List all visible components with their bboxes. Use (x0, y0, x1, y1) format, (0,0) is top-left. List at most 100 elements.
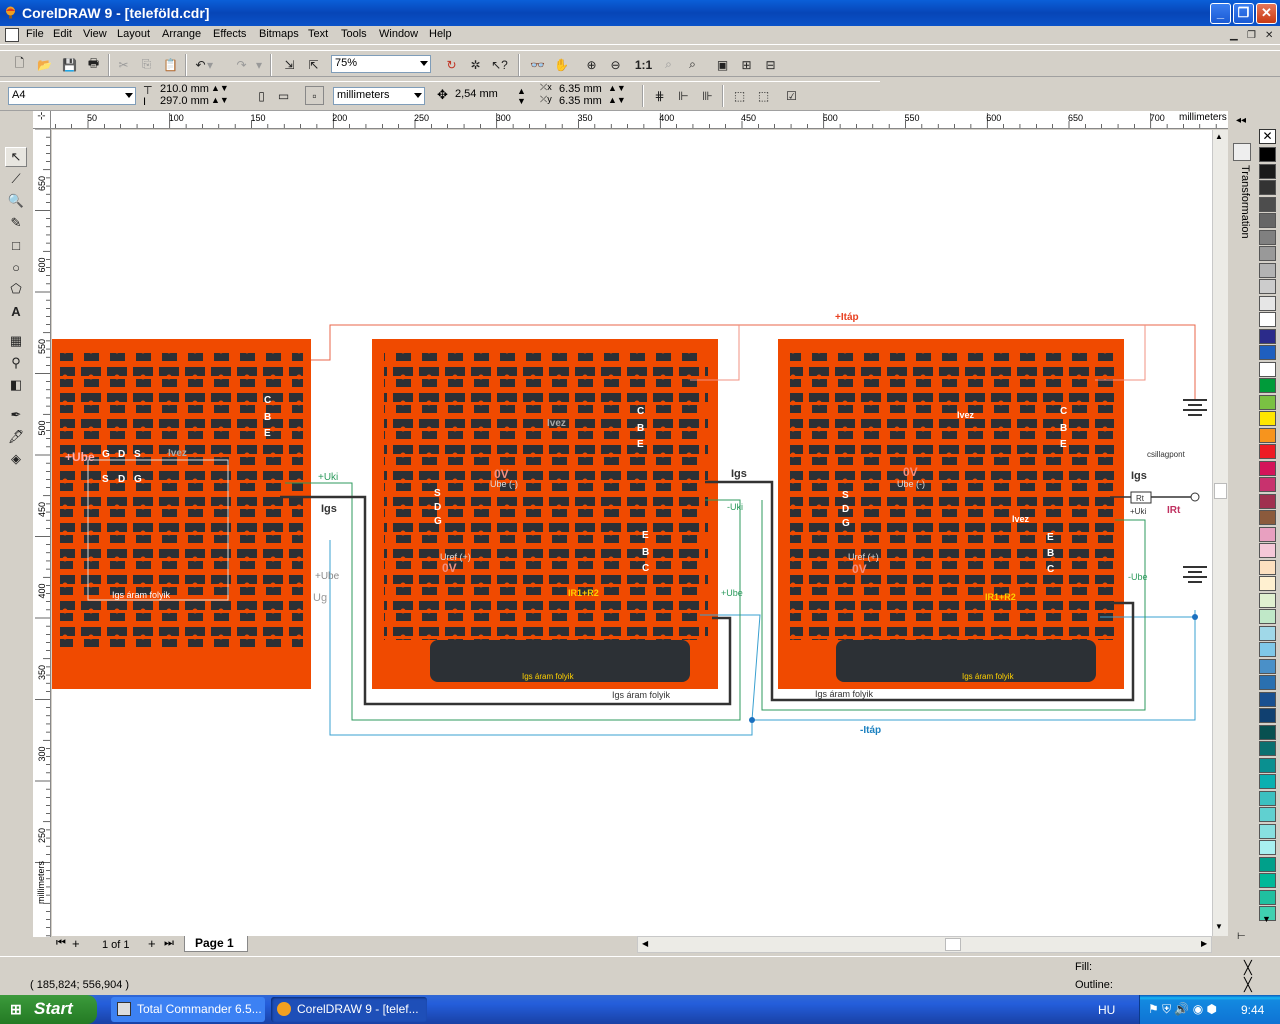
page-height-field[interactable]: 297.0 mm (160, 95, 209, 107)
vertical-scrollbar[interactable]: ▲ ▼ (1212, 130, 1228, 936)
color-swatch[interactable] (1259, 163, 1276, 179)
duplicate-x-field[interactable]: 6.35 mm (559, 83, 602, 95)
color-swatch[interactable] (1259, 427, 1276, 443)
color-swatch[interactable] (1259, 724, 1276, 740)
color-swatch[interactable] (1259, 180, 1276, 195)
menu-layout[interactable]: Layout (117, 28, 150, 40)
menu-effects[interactable]: Effects (213, 28, 246, 40)
task-total-commander[interactable]: Total Commander 6.5... (111, 997, 265, 1022)
pcb-board-1[interactable] (52, 339, 311, 689)
color-swatch[interactable] (1259, 625, 1276, 641)
spinner-icon[interactable]: ▲▼ (517, 86, 526, 106)
first-page-icon[interactable]: ⏮ (56, 937, 66, 950)
scroll-thumb[interactable] (1214, 483, 1227, 499)
color-swatch[interactable] (1259, 823, 1276, 839)
landscape-icon[interactable]: ▭ (274, 86, 293, 105)
pcb-board-3[interactable] (778, 339, 1124, 689)
options-icon[interactable]: ☑ (782, 86, 801, 105)
language-indicator[interactable]: HU (1098, 1003, 1115, 1017)
doc-restore-icon[interactable]: ❐ (1247, 30, 1256, 41)
minimize-button[interactable]: _ (1210, 3, 1231, 24)
print-icon[interactable]: 🖶 (84, 55, 103, 74)
color-swatch[interactable] (1259, 790, 1276, 806)
color-swatch[interactable] (1259, 411, 1276, 426)
color-swatch[interactable] (1259, 526, 1276, 542)
zoom-width-icon[interactable]: ⊞ (737, 55, 756, 74)
portrait-icon[interactable]: ▯ (252, 86, 271, 105)
color-swatch[interactable] (1259, 345, 1276, 360)
edit-across-layers-icon[interactable]: ⬚ (754, 86, 773, 105)
task-coreldraw[interactable]: CorelDRAW 9 - [telef... (271, 997, 427, 1022)
color-swatch[interactable] (1259, 328, 1276, 344)
new-icon[interactable]: 🗋 (10, 55, 29, 74)
color-swatch[interactable] (1259, 394, 1276, 410)
zoom-all-icon[interactable]: ⌕ (683, 55, 702, 74)
menu-edit[interactable]: Edit (53, 28, 72, 40)
spinner-icon[interactable]: ▲▼ (608, 95, 626, 105)
color-swatch[interactable] (1259, 889, 1276, 905)
menu-text[interactable]: Text (308, 28, 328, 40)
scroll-down-icon[interactable]: ▼ (1215, 922, 1223, 931)
redo-icon[interactable]: ↷ (232, 55, 251, 74)
paste-icon[interactable]: 📋 (161, 55, 180, 74)
fill-tool-icon[interactable]: ◈ (5, 449, 27, 469)
color-swatch[interactable] (1259, 477, 1276, 492)
pan-icon[interactable]: ✋ (552, 55, 571, 74)
view-manager-icon[interactable]: 👓 (528, 55, 547, 74)
interactive-fill-tool-icon[interactable]: ▦ (5, 331, 27, 351)
snap-objects-icon[interactable]: ⊪ (698, 86, 717, 105)
scroll-up-icon[interactable]: ▲ (1215, 132, 1223, 141)
color-swatch[interactable] (1259, 510, 1276, 525)
color-swatch[interactable] (1259, 840, 1276, 855)
page-width-field[interactable]: 210.0 mm (160, 83, 209, 95)
page-tab[interactable]: Page 1 (184, 936, 248, 952)
color-swatch[interactable] (1259, 592, 1276, 608)
no-color-swatch[interactable]: ✕ (1259, 129, 1276, 144)
cut-icon[interactable]: ✂ (114, 55, 133, 74)
zoom-page-icon[interactable]: ▣ (713, 55, 732, 74)
freehand-tool-icon[interactable]: ✎ (5, 213, 27, 233)
zoom-in-icon[interactable]: ⊕ (582, 55, 601, 74)
eyedropper-tool-icon[interactable]: ⚲ (5, 353, 27, 373)
color-swatch[interactable] (1259, 559, 1276, 575)
add-page-icon[interactable]: + (72, 936, 80, 951)
color-swatch[interactable] (1259, 757, 1276, 773)
transformation-icon[interactable] (1233, 143, 1251, 161)
units-combo[interactable]: millimeters (333, 87, 425, 105)
pen-tool-icon[interactable]: 🖋 (5, 427, 27, 447)
vertical-ruler[interactable]: 650 600 550 500 450 400 350 300 250 millimeters (33, 129, 51, 937)
text-tool-icon[interactable]: A (5, 301, 27, 321)
menu-tools[interactable]: Tools (341, 28, 367, 40)
color-swatch[interactable] (1259, 774, 1276, 789)
color-swatch[interactable] (1259, 361, 1276, 377)
color-swatch[interactable] (1259, 246, 1276, 261)
menu-file[interactable]: File (26, 28, 44, 40)
spinner-icon[interactable]: ▲▼ (211, 83, 229, 93)
ellipse-tool-icon[interactable]: ○ (5, 257, 27, 277)
tray-icons[interactable]: ⚑ ⛨ 🔊 ◉ ⬢ (1148, 1002, 1217, 1017)
maximize-button[interactable]: ❐ (1233, 3, 1254, 24)
close-button[interactable]: ✕ (1256, 3, 1277, 24)
menu-bitmaps[interactable]: Bitmaps (259, 28, 299, 40)
color-swatch[interactable] (1259, 295, 1276, 311)
menu-help[interactable]: Help (429, 28, 452, 40)
zoom-height-icon[interactable]: ⊟ (761, 55, 780, 74)
doc-close-icon[interactable]: ✕ (1265, 30, 1273, 41)
add-page-after-icon[interactable]: + (148, 936, 156, 951)
whats-this-icon[interactable]: ↖? (490, 55, 509, 74)
color-swatch[interactable] (1259, 444, 1276, 459)
snap-guidelines-icon[interactable]: ⊩ (674, 86, 693, 105)
palette-scroll-down-icon[interactable]: ▼ (1262, 914, 1271, 924)
zoom-out-icon[interactable]: ⊖ (606, 55, 625, 74)
color-swatch[interactable] (1259, 312, 1276, 327)
transparency-tool-icon[interactable]: ◧ (5, 375, 27, 395)
redo-list-icon[interactable]: ▾ (254, 55, 264, 74)
copy-icon[interactable]: ⎘ (137, 55, 156, 74)
open-icon[interactable]: 📂 (35, 55, 54, 74)
spinner-icon[interactable]: ▲▼ (211, 95, 229, 105)
color-swatch[interactable] (1259, 642, 1276, 657)
snap-grid-icon[interactable]: ⋕ (650, 86, 669, 105)
color-swatch[interactable] (1259, 378, 1276, 393)
color-swatch[interactable] (1259, 609, 1276, 624)
color-swatch[interactable] (1259, 807, 1276, 822)
